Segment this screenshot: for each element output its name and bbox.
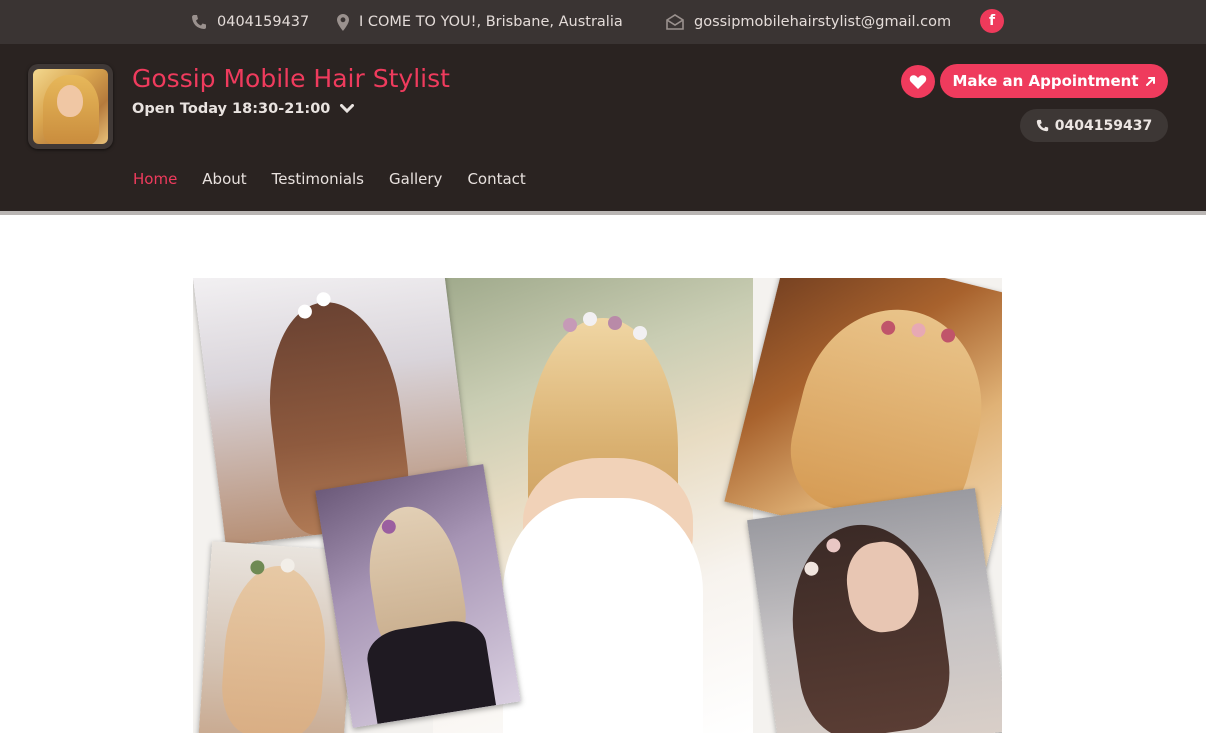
collage-photo-bottom-right	[747, 488, 1002, 733]
hero-collage-image	[193, 278, 1002, 733]
call-phone-button[interactable]: 0404159437	[1020, 109, 1168, 142]
map-pin-icon	[337, 13, 349, 31]
arrow-up-right-icon	[1145, 76, 1155, 86]
heart-icon	[909, 74, 927, 89]
logo-image	[33, 69, 108, 144]
topbar-phone[interactable]: 0404159437	[191, 0, 309, 44]
site-title[interactable]: Gossip Mobile Hair Stylist	[132, 64, 450, 93]
site-logo[interactable]	[28, 64, 113, 149]
main-nav: Home About Testimonials Gallery Contact	[133, 170, 526, 188]
nav-home[interactable]: Home	[133, 170, 177, 188]
top-contact-bar: 0404159437 I COME TO YOU!, Brisbane, Aus…	[0, 0, 1206, 44]
topbar-location-text: I COME TO YOU!, Brisbane, Australia	[359, 14, 623, 30]
topbar-location: I COME TO YOU!, Brisbane, Australia	[337, 0, 623, 44]
envelope-icon	[666, 14, 684, 30]
facebook-icon[interactable]: f	[980, 9, 1004, 33]
header-divider	[0, 211, 1206, 215]
opening-hours-text: Open Today 18:30-21:00	[132, 101, 331, 117]
facebook-glyph: f	[988, 13, 996, 29]
topbar-email-text: gossipmobilehairstylist@gmail.com	[694, 14, 952, 30]
phone-icon	[1036, 119, 1048, 132]
call-phone-label: 0404159437	[1054, 117, 1153, 134]
topbar-phone-text: 0404159437	[217, 14, 310, 30]
phone-icon	[192, 15, 206, 29]
nav-about[interactable]: About	[202, 170, 246, 188]
favorite-button[interactable]	[901, 65, 935, 98]
nav-gallery[interactable]: Gallery	[389, 170, 442, 188]
chevron-down-icon	[340, 104, 355, 114]
nav-testimonials[interactable]: Testimonials	[272, 170, 364, 188]
opening-hours-toggle[interactable]: Open Today 18:30-21:00	[132, 101, 355, 117]
make-appointment-button[interactable]: Make an Appointment	[940, 64, 1168, 98]
topbar-email[interactable]: gossipmobilehairstylist@gmail.com	[666, 0, 951, 44]
make-appointment-label: Make an Appointment	[952, 72, 1139, 90]
nav-contact[interactable]: Contact	[467, 170, 525, 188]
